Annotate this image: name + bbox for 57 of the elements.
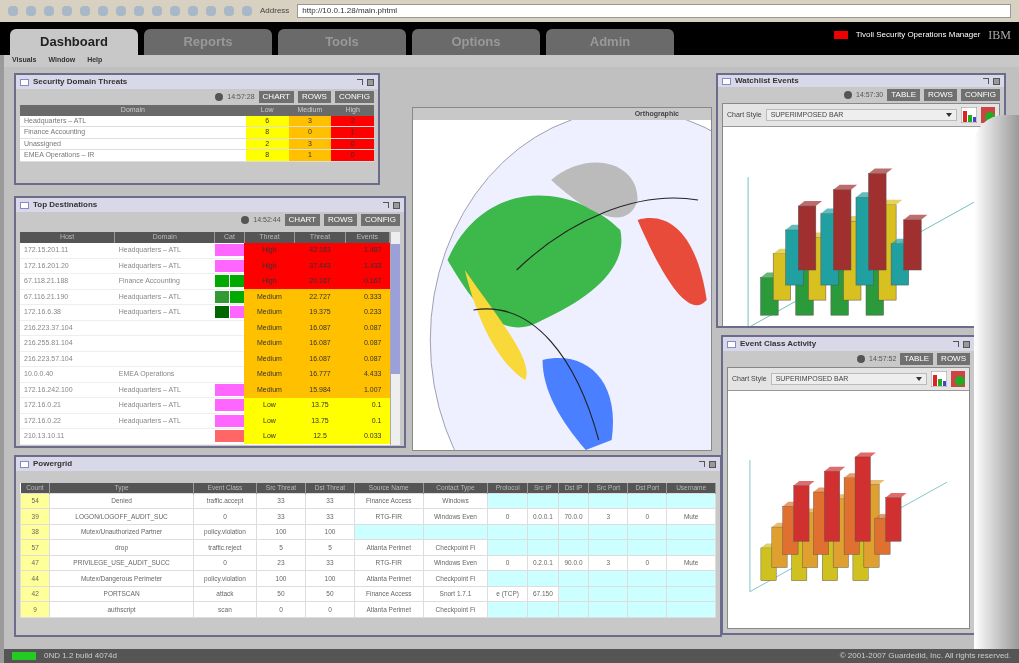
window-icon [20, 201, 29, 209]
scrollbar[interactable] [390, 232, 400, 445]
resize-icon [983, 78, 989, 84]
resize-icon [699, 461, 705, 467]
panel-title: Powergrid [33, 458, 73, 470]
status-led-icon [12, 652, 36, 660]
ibm-logo: IBM [988, 27, 1011, 44]
panel-button[interactable]: CONFIG [960, 89, 1000, 101]
resize-icon [953, 341, 959, 347]
panel-button[interactable]: CONFIG [360, 214, 400, 226]
table-cell [666, 493, 716, 509]
close-icon [963, 340, 970, 348]
close-icon [367, 78, 374, 86]
product-name: Tivoli Security Operations Manager [855, 29, 981, 41]
table-cell [527, 493, 559, 509]
nav-tab[interactable]: Dashboard [10, 29, 138, 55]
copyright-text: © 2001-2007 Guardedid, Inc. All rights reserved. [839, 650, 1011, 662]
panel-button[interactable]: CHART [284, 214, 320, 226]
address-field[interactable]: http://10.0.1.28/main.phtml [297, 4, 1011, 18]
panel-title: Top Destinations [33, 199, 98, 211]
panel-button[interactable]: ROWS [924, 89, 957, 101]
panel-title: Security Domain Threats [33, 76, 128, 88]
close-icon [393, 201, 400, 209]
panel-button[interactable]: TABLE [900, 353, 934, 365]
version-text: 0ND 1.2 build 4074d [44, 650, 117, 662]
address-label: Address [260, 5, 290, 17]
caret-icon [916, 377, 922, 381]
resize-icon [357, 79, 363, 85]
table-cell [558, 493, 589, 509]
bar-chart-icon[interactable] [931, 371, 947, 387]
refresh-icon[interactable] [241, 216, 250, 224]
panel-button[interactable]: CONFIG [334, 91, 374, 103]
refresh-icon[interactable] [844, 91, 852, 99]
bar-chart-icon[interactable] [961, 107, 977, 123]
window-icon [727, 340, 736, 348]
table-cell [627, 493, 667, 509]
window-icon [20, 78, 29, 86]
chart-bar [798, 201, 823, 271]
table-cell [588, 493, 628, 509]
panel-title: Watchlist Events [735, 75, 799, 87]
table-cell [487, 493, 528, 509]
chart-bar [793, 481, 815, 542]
panel-button[interactable]: ROWS [298, 91, 331, 103]
panel-button[interactable]: ROWS [324, 214, 357, 226]
close-icon [709, 460, 716, 468]
close-icon [993, 77, 1000, 85]
resize-icon [383, 202, 389, 208]
refresh-icon[interactable] [857, 355, 866, 363]
refresh-icon[interactable] [215, 93, 224, 101]
panel-button[interactable]: TABLE [887, 89, 920, 101]
panel-button[interactable]: CHART [258, 91, 294, 103]
logo-mark [833, 31, 848, 39]
caret-icon [946, 113, 952, 117]
window-icon [722, 77, 731, 85]
panel-title: Event Class Activity [740, 338, 817, 350]
panel-button[interactable]: ROWS [937, 353, 970, 365]
window-icon [20, 460, 29, 468]
